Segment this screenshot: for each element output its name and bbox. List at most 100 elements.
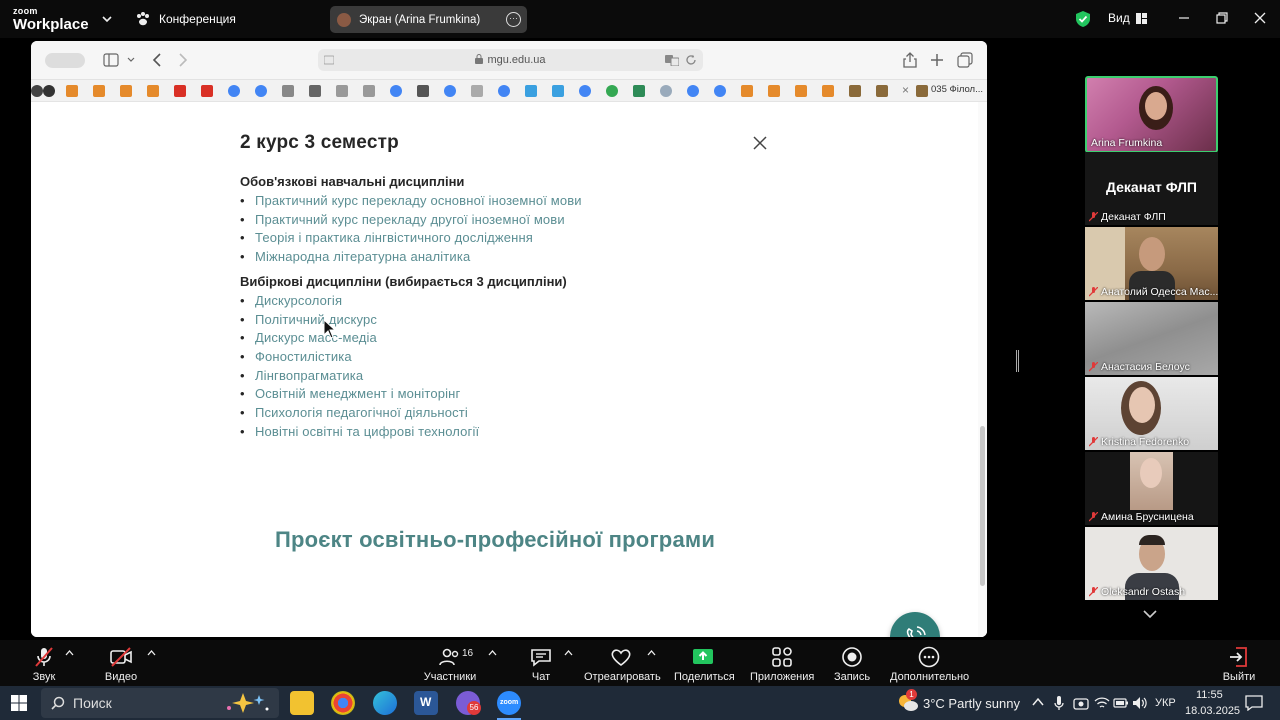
input-language[interactable]: УКР — [1155, 697, 1176, 709]
elective-item[interactable]: Освітній менеджмент і моніторінг — [240, 384, 479, 403]
bookmark-icon[interactable] — [309, 85, 321, 97]
reader-icon[interactable] — [324, 55, 334, 65]
participant-tile-kristina[interactable]: Kristina Fedorenko — [1085, 377, 1218, 450]
camera-tray-icon[interactable] — [1073, 696, 1089, 710]
share-icon[interactable] — [903, 52, 917, 68]
viber-icon[interactable]: 56 — [456, 691, 481, 715]
bookmark-icon[interactable] — [147, 85, 159, 97]
participant-tile-amina[interactable]: Амина Брусницена — [1085, 452, 1218, 525]
bookmark-icon[interactable] — [363, 85, 375, 97]
google-bookmark-icon[interactable] — [498, 85, 510, 97]
bookmark-label[interactable]: 035 Філол... — [931, 84, 983, 95]
file-explorer-icon[interactable] — [290, 691, 314, 715]
google-bookmark-icon[interactable] — [687, 85, 699, 97]
notifications-icon[interactable] — [1245, 695, 1263, 711]
close-icon[interactable] — [752, 135, 768, 151]
back-icon[interactable] — [151, 52, 163, 68]
url-bar[interactable]: mgu.edu.ua — [318, 49, 703, 71]
participant-tile-oleksandr[interactable]: Oleksandr Ostash — [1085, 527, 1218, 600]
elective-item[interactable]: Дискурсологія — [240, 291, 479, 310]
video-options-caret-icon[interactable] — [147, 650, 156, 656]
google-bookmark-icon[interactable] — [579, 85, 591, 97]
bookmark-icon[interactable] — [43, 85, 55, 97]
reload-icon[interactable] — [685, 54, 697, 66]
tab-overview-icon[interactable] — [957, 52, 973, 68]
participant-tile-dekanat[interactable]: Деканат ФЛП Деканат ФЛП — [1085, 152, 1218, 225]
chat-options-caret-icon[interactable] — [564, 650, 573, 656]
participant-tile-anatoliy[interactable]: Анатолий Одесса Мас... — [1085, 227, 1218, 300]
elective-item[interactable]: Політичний дискурс — [240, 310, 479, 329]
bookmark-icon[interactable] — [768, 85, 780, 97]
bookmark-icon[interactable] — [795, 85, 807, 97]
elective-item[interactable]: Дискурс масс-медіа — [240, 328, 479, 347]
edge-icon[interactable] — [373, 691, 397, 715]
google-bookmark-icon[interactable] — [714, 85, 726, 97]
scrollbar-thumb[interactable] — [980, 426, 985, 586]
more-options-icon[interactable]: ··· — [506, 12, 521, 27]
sidebar-toggle-pill[interactable] — [45, 53, 85, 68]
chevron-down-icon[interactable] — [127, 57, 135, 63]
participants-options-caret-icon[interactable] — [488, 650, 497, 656]
tray-expand-icon[interactable] — [1032, 697, 1044, 707]
participants-button[interactable]: Участники — [422, 640, 478, 683]
bookmark-icon[interactable] — [417, 85, 429, 97]
required-item[interactable]: Міжнародна літературна аналітика — [240, 247, 582, 266]
bookmark-icon[interactable] — [120, 85, 132, 97]
google-bookmark-icon[interactable] — [444, 85, 456, 97]
elective-item[interactable]: Психологія педагогічної діяльності — [240, 403, 479, 422]
battery-icon[interactable] — [1113, 697, 1129, 709]
bookmark-icon[interactable] — [66, 85, 78, 97]
bookmark-icon[interactable] — [741, 85, 753, 97]
bookmark-icon[interactable] — [822, 85, 834, 97]
audio-options-caret-icon[interactable] — [65, 650, 74, 656]
gmail-bookmark-icon[interactable] — [174, 85, 186, 97]
bookmark-icon[interactable] — [849, 85, 861, 97]
google-bookmark-icon[interactable] — [255, 85, 267, 97]
participant-tile-anastasia[interactable]: Анастасия Белоус — [1085, 302, 1218, 375]
bookmark-icon[interactable] — [93, 85, 105, 97]
required-item[interactable]: Практичний курс перекладу другої іноземн… — [240, 210, 582, 229]
wifi-icon[interactable] — [1094, 696, 1110, 710]
new-tab-icon[interactable] — [930, 53, 944, 67]
more-button[interactable]: Дополнительно — [890, 640, 969, 683]
screen-share-indicator[interactable]: Экран (Arina Frumkina) ··· — [330, 6, 527, 33]
bookmark-icon[interactable] — [876, 85, 888, 97]
audio-button[interactable]: Звук — [24, 640, 64, 683]
chat-button[interactable]: Чат — [526, 640, 556, 683]
chevron-down-icon[interactable] — [101, 13, 113, 25]
clock-date[interactable]: 18.03.2025 — [1185, 705, 1240, 717]
google-bookmark-icon[interactable] — [228, 85, 240, 97]
restore-icon[interactable] — [1213, 9, 1231, 27]
windows-start-icon[interactable] — [11, 695, 27, 711]
share-screen-button[interactable]: Поделиться — [674, 640, 735, 683]
taskbar-search-input[interactable]: Поиск — [41, 688, 279, 718]
bookmark-icon[interactable] — [525, 85, 537, 97]
weather-text[interactable]: 3°C Partly sunny — [923, 696, 1020, 711]
record-button[interactable]: Запись — [833, 640, 871, 683]
bookmark-icon[interactable] — [660, 85, 672, 97]
zoom-taskbar-icon[interactable]: zoom — [497, 691, 521, 715]
bookmark-icon[interactable] — [31, 85, 43, 97]
bookmark-icon[interactable] — [552, 85, 564, 97]
meeting-info-button[interactable]: Конференция — [135, 11, 236, 27]
bookmark-icon[interactable] — [606, 85, 618, 97]
react-button[interactable]: Отреагировать — [584, 640, 661, 683]
translate-icon[interactable] — [665, 54, 679, 66]
leave-button[interactable]: Выйти — [1222, 640, 1256, 683]
word-icon[interactable]: W — [414, 691, 438, 715]
bookmark-icon[interactable] — [282, 85, 294, 97]
security-shield-icon[interactable] — [1075, 10, 1091, 28]
forward-icon[interactable] — [177, 52, 189, 68]
required-item[interactable]: Теорія і практика лінгвістичного дослідж… — [240, 228, 582, 247]
minimize-icon[interactable] — [1175, 9, 1193, 27]
participant-tile-arina[interactable]: Arina Frumkina — [1085, 76, 1218, 153]
bookmark-icon[interactable] — [633, 85, 645, 97]
panel-resize-handle[interactable] — [1016, 350, 1019, 372]
microphone-tray-icon[interactable] — [1054, 695, 1064, 711]
google-bookmark-icon[interactable] — [390, 85, 402, 97]
bookmark-icon[interactable] — [471, 85, 483, 97]
bookmark-icon[interactable] — [916, 85, 928, 97]
callback-button[interactable] — [890, 612, 940, 637]
volume-icon[interactable] — [1132, 696, 1148, 710]
apps-button[interactable]: Приложения — [750, 640, 814, 683]
